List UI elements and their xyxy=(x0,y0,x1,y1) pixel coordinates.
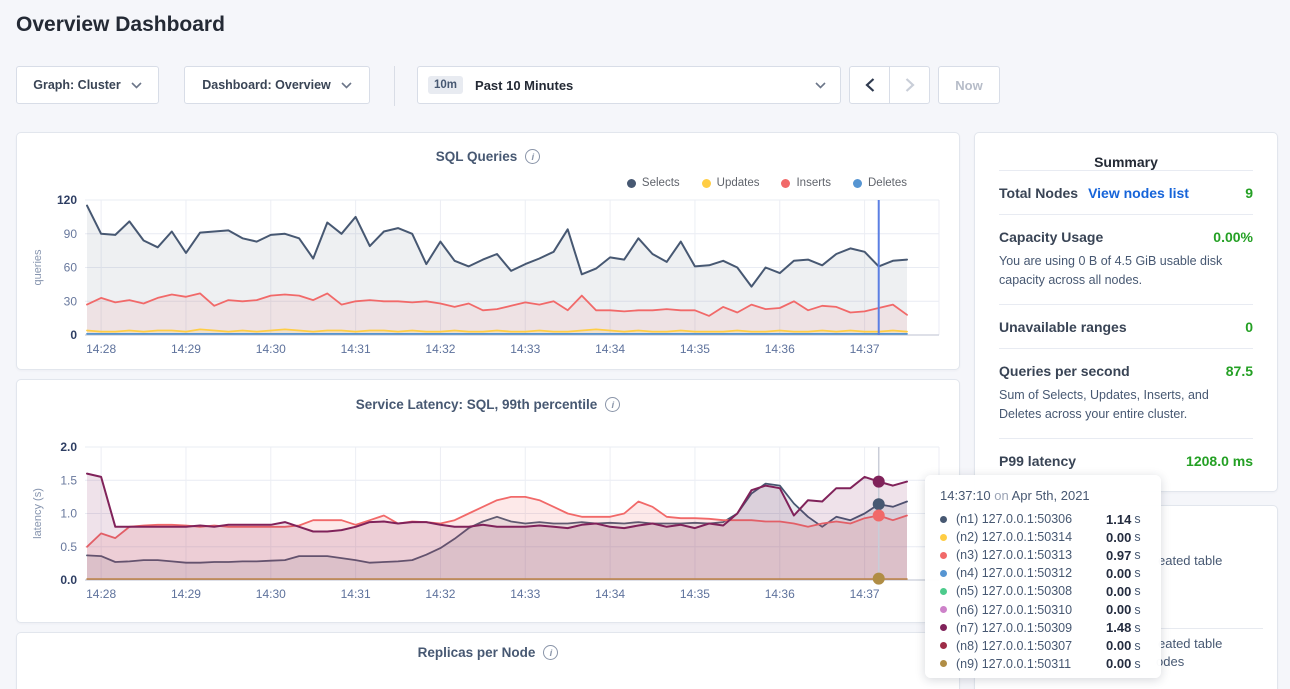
time-range-label: Past 10 Minutes xyxy=(475,78,573,93)
sql-queries-chart[interactable]: 0 30 60 90 120 14:28 14:29 14:30 14:31 14:32 14:33… xyxy=(17,133,961,371)
node-dot-icon xyxy=(940,642,947,649)
stat-label: Queries per second xyxy=(999,363,1130,379)
svg-text:60: 60 xyxy=(64,261,78,275)
svg-text:14:36: 14:36 xyxy=(765,342,795,356)
svg-text:14:33: 14:33 xyxy=(510,342,540,356)
stat-description: Sum of Selects, Updates, Inserts, and De… xyxy=(999,386,1253,425)
svg-text:14:36: 14:36 xyxy=(765,587,795,601)
info-icon[interactable]: i xyxy=(543,645,558,660)
tooltip-row: (n4) 127.0.0.1:50312 0.00s xyxy=(940,564,1147,582)
svg-text:120: 120 xyxy=(57,193,77,207)
overview-dashboard-page: Overview Dashboard Graph: Cluster Dashbo… xyxy=(0,0,1290,689)
replicas-per-node-title: Replicas per Node xyxy=(418,645,536,660)
node-dot-icon xyxy=(940,624,947,631)
tooltip-row: (n3) 127.0.0.1:50313 0.97s xyxy=(940,546,1147,564)
controls-divider xyxy=(394,66,395,106)
now-button[interactable]: Now xyxy=(938,66,1000,104)
svg-text:2.0: 2.0 xyxy=(60,440,77,454)
svg-text:1.5: 1.5 xyxy=(60,473,77,487)
node-dot-icon xyxy=(940,516,947,523)
svg-text:14:37: 14:37 xyxy=(850,587,880,601)
svg-text:14:32: 14:32 xyxy=(425,587,455,601)
stat-label: P99 latency xyxy=(999,453,1076,469)
stat-value: 87.5 xyxy=(1226,363,1253,379)
sql-queries-panel: SQL Queries i Selects Updates Inserts De… xyxy=(16,132,960,370)
svg-text:14:35: 14:35 xyxy=(680,342,710,356)
tooltip-row: (n7) 127.0.0.1:50309 1.48s xyxy=(940,619,1147,637)
stat-queries-per-second: Queries per second 87.5 Sum of Selects, … xyxy=(999,348,1253,438)
svg-text:latency (s): latency (s) xyxy=(32,488,44,539)
dashboard-dropdown[interactable]: Dashboard: Overview xyxy=(184,66,370,104)
stat-capacity-usage: Capacity Usage 0.00% You are using 0 B o… xyxy=(999,214,1253,304)
tooltip-row: (n5) 127.0.0.1:50308 0.00s xyxy=(940,582,1147,600)
svg-text:14:29: 14:29 xyxy=(171,342,201,356)
svg-text:0.0: 0.0 xyxy=(60,573,77,587)
svg-text:30: 30 xyxy=(64,294,78,308)
svg-text:14:28: 14:28 xyxy=(86,342,116,356)
stat-label: Total Nodes xyxy=(999,185,1078,201)
chevron-left-icon xyxy=(865,78,875,92)
svg-text:14:28: 14:28 xyxy=(86,587,116,601)
tooltip-timestamp: 14:37:10 on Apr 5th, 2021 xyxy=(940,488,1147,503)
svg-text:14:32: 14:32 xyxy=(425,342,455,356)
node-dot-icon xyxy=(940,660,947,667)
chevron-down-icon xyxy=(815,82,826,89)
time-range-badge: 10m xyxy=(428,76,463,94)
svg-text:14:30: 14:30 xyxy=(256,587,286,601)
stat-value: 1208.0 ms xyxy=(1186,453,1253,469)
chevron-down-icon xyxy=(131,82,142,89)
svg-text:90: 90 xyxy=(64,227,78,241)
summary-panel: Summary Total Nodes View nodes list 9 Ca… xyxy=(974,132,1278,492)
tooltip-row: (n1) 127.0.0.1:50306 1.14s xyxy=(940,510,1147,528)
view-nodes-list-link[interactable]: View nodes list xyxy=(1088,185,1189,201)
svg-text:14:37: 14:37 xyxy=(850,342,880,356)
svg-text:0.5: 0.5 xyxy=(60,540,77,554)
stat-value: 0 xyxy=(1245,319,1253,335)
svg-text:0: 0 xyxy=(70,328,77,342)
svg-text:14:33: 14:33 xyxy=(510,587,540,601)
service-latency-chart[interactable]: 0.0 0.5 1.0 1.5 2.0 14:28 14:29 14:30 14:31 14:32… xyxy=(17,380,961,624)
time-prev-button[interactable] xyxy=(849,66,890,104)
page-title: Overview Dashboard xyxy=(16,13,225,37)
stat-description: You are using 0 B of 4.5 GiB usable disk… xyxy=(999,252,1253,291)
event-text-fragment: eated table xyxy=(1158,553,1222,568)
summary-heading: Summary xyxy=(999,133,1253,170)
chart-hover-tooltip: 14:37:10 on Apr 5th, 2021 (n1) 127.0.0.1… xyxy=(925,475,1161,678)
stat-label: Capacity Usage xyxy=(999,229,1103,245)
replicas-per-node-panel: Replicas per Node i xyxy=(16,632,960,689)
tooltip-row: (n9) 127.0.0.1:50311 0.00s xyxy=(940,655,1147,673)
now-button-label: Now xyxy=(955,78,982,93)
node-dot-icon xyxy=(940,606,947,613)
time-range-selector[interactable]: 10m Past 10 Minutes xyxy=(417,66,841,104)
svg-text:14:29: 14:29 xyxy=(171,587,201,601)
graph-dropdown-label: Graph: Cluster xyxy=(33,78,121,92)
svg-text:14:31: 14:31 xyxy=(341,587,371,601)
svg-text:1.0: 1.0 xyxy=(60,507,77,521)
svg-text:queries: queries xyxy=(32,249,44,286)
svg-text:14:34: 14:34 xyxy=(595,342,625,356)
node-dot-icon xyxy=(940,552,947,559)
tooltip-row: (n8) 127.0.0.1:50307 0.00s xyxy=(940,637,1147,655)
svg-text:14:34: 14:34 xyxy=(595,587,625,601)
event-text-fragment: eated table xyxy=(1158,636,1222,651)
dashboard-dropdown-label: Dashboard: Overview xyxy=(202,78,331,92)
node-dot-icon xyxy=(940,534,947,541)
stat-value: 0.00% xyxy=(1213,229,1253,245)
svg-text:14:30: 14:30 xyxy=(256,342,286,356)
tooltip-row: (n2) 127.0.0.1:50314 0.00s xyxy=(940,528,1147,546)
stat-value: 9 xyxy=(1245,185,1253,201)
stat-unavailable-ranges: Unavailable ranges 0 xyxy=(999,304,1253,348)
chevron-right-icon xyxy=(905,78,915,92)
stat-total-nodes: Total Nodes View nodes list 9 xyxy=(999,170,1253,214)
service-latency-panel: Service Latency: SQL, 99th percentile i … xyxy=(16,379,960,623)
node-dot-icon xyxy=(940,570,947,577)
svg-text:14:31: 14:31 xyxy=(341,342,371,356)
node-dot-icon xyxy=(940,588,947,595)
chevron-down-icon xyxy=(341,82,352,89)
svg-text:14:35: 14:35 xyxy=(680,587,710,601)
tooltip-row: (n6) 127.0.0.1:50310 0.00s xyxy=(940,600,1147,618)
graph-dropdown[interactable]: Graph: Cluster xyxy=(16,66,159,104)
stat-label: Unavailable ranges xyxy=(999,319,1127,335)
time-next-button[interactable] xyxy=(889,66,930,104)
